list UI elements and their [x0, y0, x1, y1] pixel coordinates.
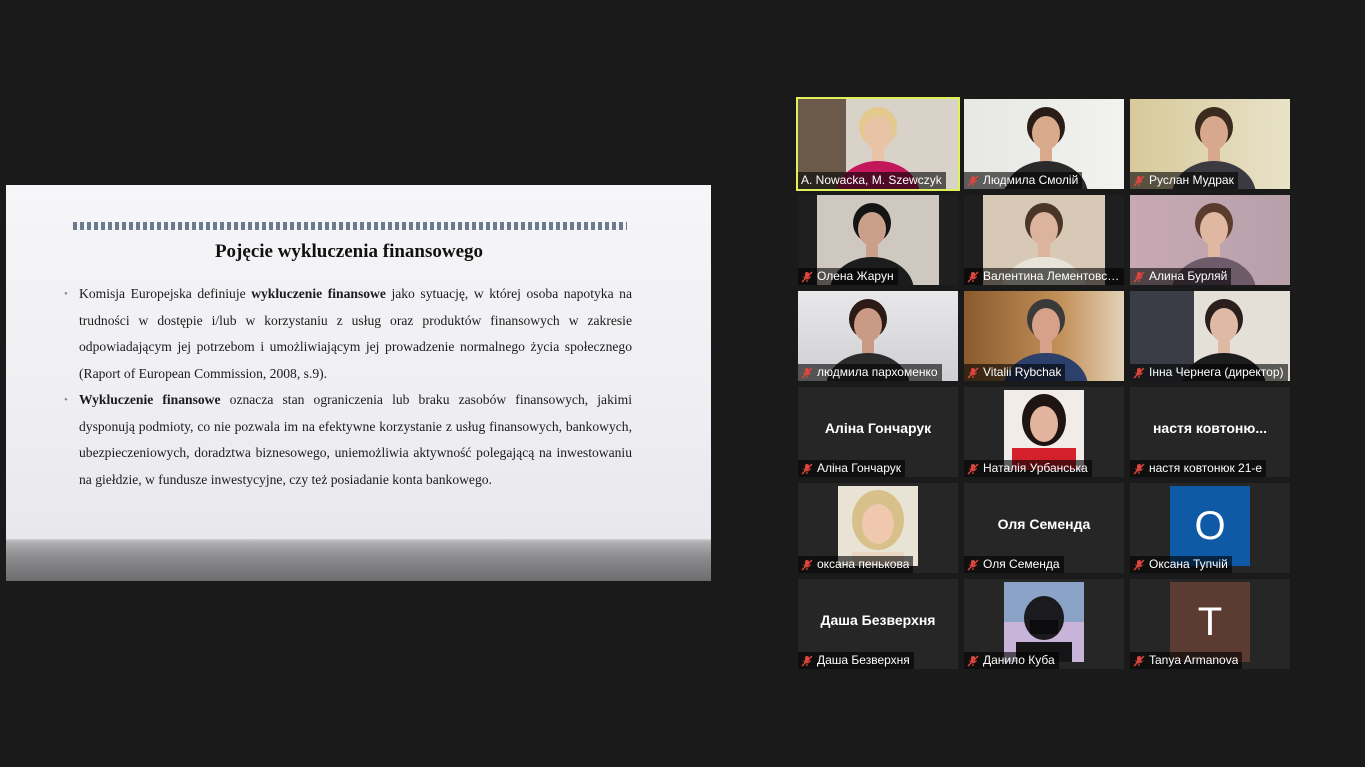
participant-display-name: Аліна Гончарук	[824, 420, 932, 436]
avatar	[838, 486, 918, 566]
muted-mic-icon	[801, 463, 813, 475]
participant-name-tag: Інна Чернега (директор)	[1130, 364, 1288, 381]
participant-name-tag: Руслан Мудрак	[1130, 172, 1238, 189]
bullet-icon: •	[64, 288, 68, 300]
participant-name-tag: Валентина Лементовська	[964, 268, 1124, 285]
participant-name-label: Наталія Урбанська	[983, 461, 1088, 475]
participant-name-label: настя ковтонюк 21-е	[1149, 461, 1263, 475]
participant-name-tag: Алина Бурляй	[1130, 268, 1232, 285]
letter-avatar: O	[1170, 486, 1250, 566]
participant-name-tag: A. Nowacka, M. Szewczyk	[798, 172, 946, 189]
participant-name-label: Tanya Armanova	[1149, 653, 1239, 667]
participant-tile[interactable]: Валентина Лементовська	[964, 195, 1124, 285]
slide-bullet: • Wykluczenie finansowe oznacza stan ogr…	[64, 387, 632, 493]
slide-body: • Komisja Europejska definiuje wykluczen…	[64, 281, 632, 493]
participant-tile[interactable]: настя ковтоню... настя ковтонюк 21-е	[1130, 387, 1290, 477]
participant-name-tag: людмила пархоменко	[798, 364, 942, 381]
muted-mic-icon	[1133, 271, 1145, 283]
bullet-icon: •	[64, 394, 68, 406]
participant-name-label: оксана пенькова	[817, 557, 910, 571]
participant-name-tag: оксана пенькова	[798, 556, 914, 573]
participant-name-label: людмила пархоменко	[817, 365, 938, 379]
muted-mic-icon	[967, 559, 979, 571]
slide-decorative-stripes	[73, 222, 627, 230]
participant-tile[interactable]: Оля Семенда Оля Семенда	[964, 483, 1124, 573]
letter-avatar: T	[1170, 582, 1250, 662]
participant-name-tag: Оксана Тупчій	[1130, 556, 1232, 573]
muted-mic-icon	[801, 559, 813, 571]
muted-mic-icon	[1133, 175, 1145, 187]
participant-tile[interactable]: Данило Куба	[964, 579, 1124, 669]
participant-tile[interactable]: людмила пархоменко	[798, 291, 958, 381]
participant-name-label: Інна Чернега (директор)	[1149, 365, 1284, 379]
muted-mic-icon	[801, 655, 813, 667]
participant-display-name: Оля Семенда	[997, 516, 1091, 532]
muted-mic-icon	[1133, 367, 1145, 379]
participant-tile[interactable]: Даша Безверхня Даша Безверхня	[798, 579, 958, 669]
participant-name-label: Vitalii Rybchak	[983, 365, 1062, 379]
participant-name-tag: Vitalii Rybchak	[964, 364, 1066, 381]
participant-name-label: Алина Бурляй	[1149, 269, 1228, 283]
participant-name-tag: настя ковтонюк 21-е	[1130, 460, 1267, 477]
muted-mic-icon	[1133, 463, 1145, 475]
participant-name-tag: Tanya Armanova	[1130, 652, 1243, 669]
participant-tile[interactable]: Людмила Смолій	[964, 99, 1124, 189]
participant-name-label: Даша Безверхня	[817, 653, 910, 667]
participant-tile[interactable]: Руслан Мудрак	[1130, 99, 1290, 189]
avatar	[1004, 390, 1084, 470]
participant-tile[interactable]: A. Nowacka, M. Szewczyk	[796, 97, 960, 191]
participant-tile[interactable]: оксана пенькова	[798, 483, 958, 573]
avatar	[1004, 582, 1084, 662]
participant-name-tag: Людмила Смолій	[964, 172, 1083, 189]
shared-screen-slide: Pojęcie wykluczenia finansowego • Komisj…	[6, 185, 711, 581]
muted-mic-icon	[967, 463, 979, 475]
participant-tile[interactable]: Наталія Урбанська	[964, 387, 1124, 477]
muted-mic-icon	[967, 175, 979, 187]
participant-name-tag: Наталія Урбанська	[964, 460, 1092, 477]
muted-mic-icon	[1133, 559, 1145, 571]
participant-name-label: Олена Жарун	[817, 269, 894, 283]
participant-name-tag: Аліна Гончарук	[798, 460, 906, 477]
participant-tile[interactable]: Аліна Гончарук Аліна Гончарук	[798, 387, 958, 477]
participant-name-label: Аліна Гончарук	[817, 461, 902, 475]
participant-display-name: настя ковтоню...	[1152, 420, 1268, 436]
participant-tile[interactable]: Алина Бурляй	[1130, 195, 1290, 285]
participant-tile[interactable]: Олена Жарун	[798, 195, 958, 285]
participant-tile[interactable]: O Оксана Тупчій	[1130, 483, 1290, 573]
participant-name-label: Оля Семенда	[983, 557, 1060, 571]
participant-name-tag: Оля Семенда	[964, 556, 1064, 573]
muted-mic-icon	[801, 271, 813, 283]
participant-name-label: Валентина Лементовська	[983, 269, 1120, 283]
participant-name-label: Руслан Мудрак	[1149, 173, 1234, 187]
muted-mic-icon	[801, 367, 813, 379]
participant-name-tag: Олена Жарун	[798, 268, 898, 285]
slide-floor-decoration	[6, 539, 711, 581]
muted-mic-icon	[967, 367, 979, 379]
slide-bullet: • Komisja Europejska definiuje wykluczen…	[64, 281, 632, 387]
participant-name-label: Данило Куба	[983, 653, 1055, 667]
slide-title: Pojęcie wykluczenia finansowego	[214, 241, 484, 262]
muted-mic-icon	[967, 655, 979, 667]
participant-display-name: Даша Безверхня	[820, 612, 936, 628]
participant-tile[interactable]: Vitalii Rybchak	[964, 291, 1124, 381]
participant-name-tag: Даша Безверхня	[798, 652, 914, 669]
participant-name-label: Людмила Смолій	[983, 173, 1079, 187]
participant-name-label: Оксана Тупчій	[1149, 557, 1228, 571]
participant-name-label: A. Nowacka, M. Szewczyk	[801, 173, 942, 187]
participant-name-tag: Данило Куба	[964, 652, 1059, 669]
participant-tile[interactable]: Інна Чернега (директор)	[1130, 291, 1290, 381]
participant-tile[interactable]: T Tanya Armanova	[1130, 579, 1290, 669]
muted-mic-icon	[1133, 655, 1145, 667]
muted-mic-icon	[967, 271, 979, 283]
